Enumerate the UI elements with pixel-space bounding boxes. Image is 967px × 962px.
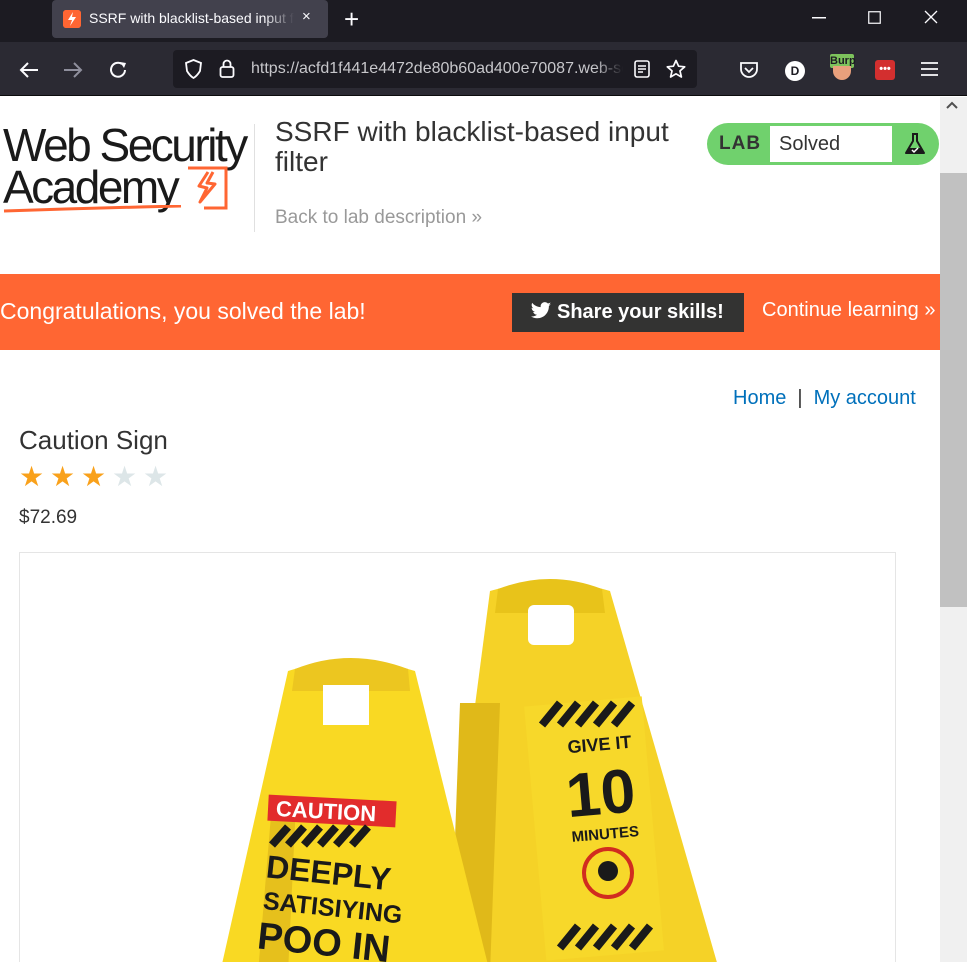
reload-icon[interactable] [109, 60, 129, 80]
bookmark-star-icon[interactable] [666, 59, 686, 79]
browser-tab[interactable]: SSRF with blacklist-based input filter × [52, 0, 328, 38]
url-bar[interactable]: https://acfd1f441e4472de80b60ad400e70087… [173, 50, 697, 88]
nav-separator: | [797, 387, 803, 409]
share-skills-label: Share your skills! [557, 301, 724, 323]
star-filled-icon: ★ [50, 460, 76, 493]
header-divider [254, 124, 255, 232]
continue-learning-link[interactable]: Continue learning » [762, 299, 935, 322]
extension-d-icon[interactable]: D [785, 61, 805, 81]
web-security-academy-logo[interactable]: Web Security Academy [3, 122, 253, 214]
lock-icon[interactable] [219, 59, 235, 79]
page-viewport: Web Security Academy SSRF with blacklist… [0, 97, 967, 962]
window-close-icon[interactable] [924, 10, 938, 24]
sign-ten-text: 10 [563, 756, 638, 831]
lab-title: SSRF with blacklist-based input filter [275, 116, 669, 177]
page-scrollbar[interactable] [940, 97, 967, 962]
reader-view-icon[interactable] [634, 60, 650, 78]
share-skills-button[interactable]: Share your skills! [512, 293, 744, 332]
portswigger-favicon-icon [63, 10, 81, 28]
congratulations-message: Congratulations, you solved the lab! [0, 298, 366, 324]
product-name: Caution Sign [19, 425, 168, 455]
navigation-toolbar: https://acfd1f441e4472de80b60ad400e70087… [0, 42, 967, 96]
forward-arrow-icon[interactable] [63, 61, 83, 79]
pocket-icon[interactable] [739, 61, 759, 79]
flask-icon [905, 133, 925, 154]
tab-bar: SSRF with blacklist-based input filter ×… [0, 0, 967, 42]
tab-close-icon[interactable]: × [302, 8, 311, 25]
star-filled-icon: ★ [81, 460, 107, 493]
star-empty-icon: ★ [143, 460, 169, 493]
back-to-lab-description-link[interactable]: Back to lab description » [275, 207, 482, 229]
my-account-link[interactable]: My account [814, 387, 916, 409]
lab-badge-label: LAB [719, 133, 762, 154]
url-text[interactable]: https://acfd1f441e4472de80b60ad400e70087… [251, 60, 623, 78]
minimize-icon[interactable] [812, 17, 826, 19]
lab-solved-banner: Congratulations, you solved the lab! Sha… [0, 274, 940, 350]
scrollbar-thumb[interactable] [940, 173, 967, 607]
lab-status-value: Solved [769, 125, 893, 163]
password-manager-extension-icon[interactable]: ••• [875, 60, 895, 80]
back-arrow-icon[interactable] [19, 61, 39, 79]
caution-signs-illustration: GIVE IT 10 MINUTES CAUTION DEEPLY SATISI… [222, 579, 717, 962]
home-link[interactable]: Home [733, 387, 786, 409]
hamburger-menu-icon[interactable] [921, 62, 938, 76]
logo-underline-icon [3, 205, 182, 213]
tracking-protection-shield-icon[interactable] [184, 59, 203, 79]
new-tab-icon[interactable]: + [344, 4, 359, 35]
product-image: GIVE IT 10 MINUTES CAUTION DEEPLY SATISI… [19, 552, 896, 962]
tab-title: SSRF with blacklist-based input filter [89, 10, 294, 26]
logo-line-2: Academy [3, 161, 180, 213]
twitter-icon [530, 302, 552, 319]
scroll-up-arrow-icon[interactable] [946, 101, 958, 109]
logo-lightning-icon [188, 166, 228, 210]
top-links: Home | My account [733, 387, 916, 410]
product-price: $72.69 [19, 507, 78, 528]
lab-status-badge: LAB Solved [707, 123, 939, 165]
sign-caution-text: CAUTION [275, 796, 376, 826]
star-empty-icon: ★ [112, 460, 138, 493]
maximize-icon[interactable] [868, 11, 881, 24]
star-filled-icon: ★ [19, 460, 45, 493]
burp-extension-icon[interactable]: Burp [830, 54, 856, 80]
